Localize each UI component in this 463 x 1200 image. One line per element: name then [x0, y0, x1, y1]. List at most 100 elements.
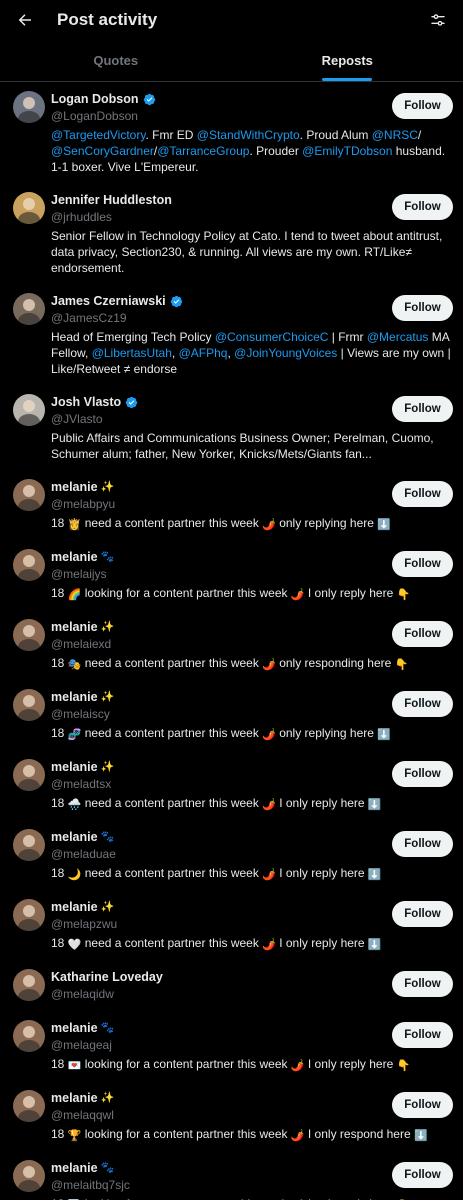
name-emoji: ✨ [100, 761, 115, 773]
follow-button[interactable]: Follow [392, 901, 453, 927]
name-emoji: 🐾 [100, 1162, 115, 1174]
avatar[interactable] [13, 1020, 45, 1052]
bio-emoji: ⬇️ [367, 939, 382, 951]
bio-text: looking for a content partner this week [81, 1057, 291, 1071]
follow-button[interactable]: Follow [392, 295, 453, 321]
bio-text: Senior Fellow in Technology Policy at Ca… [51, 229, 443, 275]
bio-text: need a content partner this week [81, 516, 263, 530]
user-name[interactable]: melanie [51, 830, 98, 844]
avatar[interactable] [13, 829, 45, 861]
bio-text: I only reply here [275, 796, 368, 810]
user-name[interactable]: melanie [51, 620, 98, 634]
avatar[interactable] [13, 293, 45, 325]
follow-button[interactable]: Follow [392, 971, 453, 997]
bio-emoji: 👇 [396, 589, 411, 601]
bio-text: I only reply here [275, 936, 368, 950]
follow-button[interactable]: Follow [392, 761, 453, 787]
bio-text: / [417, 128, 422, 142]
avatar[interactable] [13, 619, 45, 651]
avatar[interactable] [13, 91, 45, 123]
follow-button[interactable]: Follow [392, 551, 453, 577]
user-bio: 18 🌈 looking for a content partner this … [51, 585, 453, 602]
user-name[interactable]: melanie [51, 550, 98, 564]
mention-link[interactable]: @EmilyTDobson [302, 144, 392, 158]
bio-emoji: ⬇️ [377, 519, 391, 531]
bio-emoji: 🌶️ [290, 589, 305, 601]
bio-text: I only reply here [304, 1057, 397, 1071]
bio-text: only replying here [275, 726, 378, 740]
bio-text: , [171, 346, 179, 360]
bio-emoji: 👇 [396, 1060, 411, 1072]
bio-text: I only reply here [275, 866, 368, 880]
mention-link[interactable]: @TargetedVictory [51, 128, 145, 142]
user-bio: Senior Fellow in Technology Policy at Ca… [51, 228, 453, 276]
avatar[interactable] [13, 969, 45, 1001]
follow-button[interactable]: Follow [392, 481, 453, 507]
avatar[interactable] [13, 549, 45, 581]
user-name[interactable]: melanie [51, 900, 98, 914]
bio-text: need a content partner this week [81, 796, 263, 810]
avatar[interactable] [13, 689, 45, 721]
follow-button[interactable]: Follow [392, 691, 453, 717]
user-name[interactable]: melanie [51, 690, 98, 704]
follow-button[interactable]: Follow [392, 93, 453, 119]
user-name[interactable]: melanie [51, 1091, 98, 1105]
user-name[interactable]: melanie [51, 1021, 98, 1035]
bio-emoji: ⬇️ [367, 869, 382, 881]
mention-link[interactable]: @ConsumerChoiceC [215, 330, 329, 344]
mention-link[interactable]: @AFPhq [179, 346, 228, 360]
bio-emoji: 🌶️ [262, 939, 276, 951]
mention-link[interactable]: @SenCoryGardner [51, 144, 154, 158]
mention-link[interactable]: @StandWithCrypto [197, 128, 300, 142]
follow-button[interactable]: Follow [392, 621, 453, 647]
follow-button[interactable]: Follow [392, 194, 453, 220]
follow-button[interactable]: Follow [392, 1022, 453, 1048]
bio-text: I only reply here [304, 586, 397, 600]
user-name[interactable]: Logan Dobson [51, 92, 139, 106]
user-name[interactable]: Josh Vlasto [51, 395, 121, 409]
avatar[interactable] [13, 1160, 45, 1192]
user-name[interactable]: James Czerniawski [51, 294, 166, 308]
name-emoji: ✨ [100, 691, 115, 703]
bio-text: need a content partner this week [81, 866, 263, 880]
bio-text: 18 [51, 796, 68, 810]
mention-link[interactable]: @Mercatus [367, 330, 429, 344]
avatar[interactable] [13, 394, 45, 426]
mention-link[interactable]: @TarranceGroup [157, 144, 249, 158]
bio-text: 18 [51, 1127, 68, 1141]
user-name[interactable]: melanie [51, 760, 98, 774]
name-emoji: 🐾 [100, 1022, 115, 1034]
avatar[interactable] [13, 899, 45, 931]
avatar[interactable] [13, 192, 45, 224]
user-name[interactable]: Katharine Loveday [51, 970, 163, 984]
user-bio: 18 👸 need a content partner this week 🌶️… [51, 515, 453, 532]
bio-emoji: ⬇️ [413, 1130, 428, 1142]
user-bio: 18 🤍 need a content partner this week 🌶️… [51, 935, 453, 952]
follow-button[interactable]: Follow [392, 1162, 453, 1188]
mention-link[interactable]: @JoinYoungVoices [234, 346, 337, 360]
avatar[interactable] [13, 479, 45, 511]
user-name[interactable]: melanie [51, 1161, 98, 1175]
user-bio: 18 🌧️ need a content partner this week 🌶… [51, 795, 453, 812]
bio-text: I only respond here [304, 1127, 414, 1141]
mention-link[interactable]: @LibertasUtah [92, 346, 172, 360]
user-name[interactable]: Jennifer Huddleston [51, 193, 172, 207]
bio-text: Public Affairs and Communications Busine… [51, 431, 434, 461]
bio-text: . Proud Alum [299, 128, 372, 142]
follow-button[interactable]: Follow [392, 831, 453, 857]
bio-text: | Frmr [328, 330, 367, 344]
bio-emoji: 🌶️ [262, 659, 276, 671]
mention-link[interactable]: @NRSC [372, 128, 418, 142]
bio-emoji: 🎭 [67, 659, 82, 671]
user-bio: @TargetedVictory. Fmr ED @StandWithCrypt… [51, 127, 453, 175]
name-emoji: ✨ [100, 481, 115, 493]
avatar[interactable] [13, 759, 45, 791]
user-name[interactable]: melanie [51, 480, 98, 494]
follow-button[interactable]: Follow [392, 396, 453, 422]
bio-emoji: 🌶️ [262, 869, 276, 881]
bio-text: 18 [51, 936, 68, 950]
avatar[interactable] [13, 1090, 45, 1122]
bio-emoji: 🌶️ [290, 1060, 305, 1072]
user-bio: 18 💌 looking for a content partner this … [51, 1056, 453, 1073]
follow-button[interactable]: Follow [392, 1092, 453, 1118]
